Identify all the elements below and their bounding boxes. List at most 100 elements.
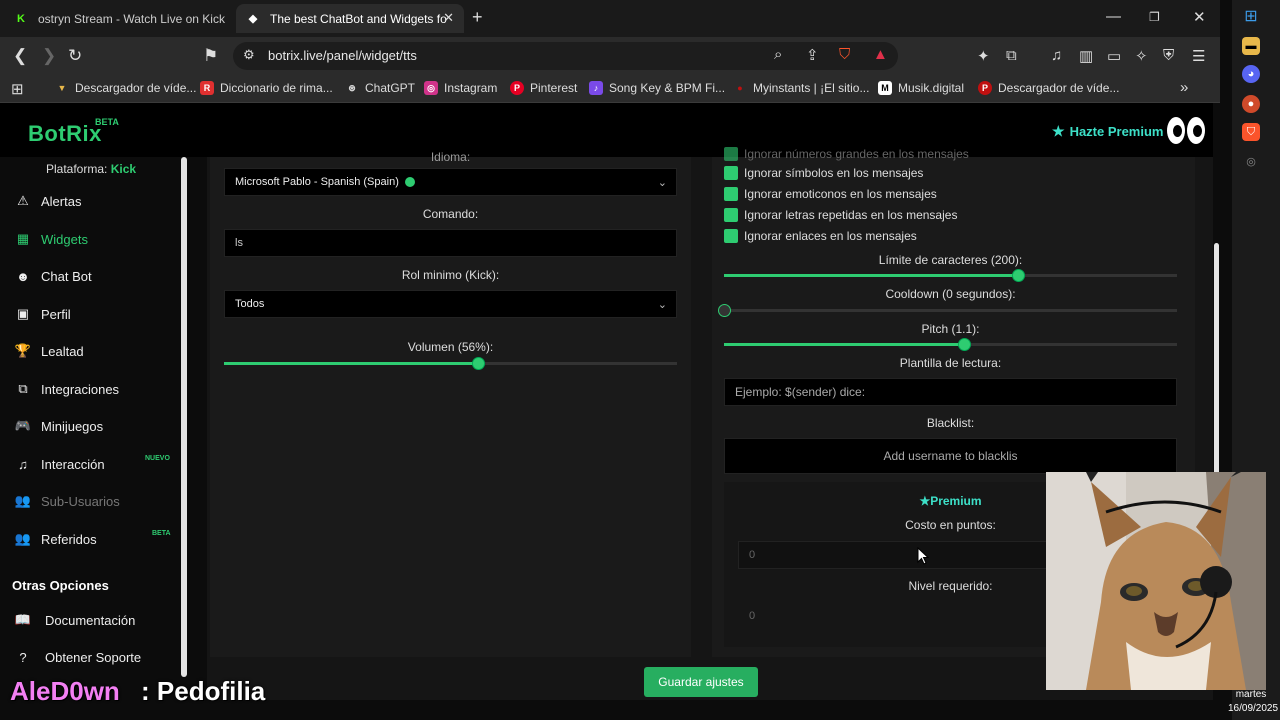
blacklist-label: Blacklist: (926, 416, 975, 430)
chevron-down-icon: ⌄ (657, 177, 667, 189)
slider-thumb[interactable] (471, 357, 485, 370)
checkbox-icon (724, 147, 738, 161)
wallet-icon[interactable]: ▭ (1107, 47, 1121, 65)
bookmark-item[interactable]: ● Myinstants | ¡El sitio... (733, 81, 869, 95)
slider-fill (724, 274, 1019, 277)
bookmark-item[interactable]: ◎ Instagram (424, 81, 497, 95)
checkbox-ignore-numbers[interactable]: Ignorar números grandes en los mensajes (724, 146, 969, 162)
slider-thumb[interactable] (718, 304, 731, 317)
close-tab-icon[interactable]: ✕ (443, 10, 454, 26)
template-input[interactable]: Ejemplo: $(sender) dice: (724, 378, 1177, 406)
blacklist-input[interactable]: Add username to blacklis (724, 438, 1177, 474)
save-button[interactable]: Guardar ajustes (644, 667, 758, 697)
chat-overlay-message: : Pedofilia (141, 676, 266, 706)
botrix-logo[interactable]: BotRix (28, 121, 102, 147)
sidebar-item-integraciones[interactable]: ⧉ Integraciones (14, 378, 119, 400)
avatar[interactable] (1167, 117, 1207, 145)
bookmark-label: Descargador de víde... (998, 81, 1120, 95)
char-limit-slider[interactable] (724, 269, 1177, 282)
bookmark-item[interactable]: M Musik.digital (878, 81, 964, 95)
apps-grid-icon[interactable]: ⊞ (11, 80, 24, 98)
sidebar-icon[interactable]: ⧉ (1006, 47, 1017, 64)
sidebar-item-alertas[interactable]: ⚠ Alertas (14, 190, 81, 212)
bookmarks-bar: ⊞ ▼ Descargador de víde... R Diccionario d… (0, 75, 1220, 103)
bookmark-item[interactable]: P Descargador de víde... (978, 81, 1119, 95)
obs-icon[interactable]: ◎ (1242, 152, 1260, 170)
downloader-icon: P (978, 81, 992, 95)
app-icon[interactable]: ● (1242, 95, 1260, 113)
restore-icon[interactable]: ❐ (1149, 10, 1160, 24)
more-bookmarks-icon[interactable]: » (1180, 79, 1188, 96)
checkbox-ignore-emotes[interactable]: Ignorar emoticonos en los mensajes (724, 186, 937, 202)
sidebar-item-perfil[interactable]: ▣ Perfil (14, 303, 71, 325)
media-icon[interactable]: ♫ (1051, 47, 1062, 64)
file-explorer-icon[interactable]: ▬ (1242, 37, 1260, 55)
bookmark-item[interactable]: ♪ Song Key & BPM Fi... (589, 81, 725, 95)
star-icon: ★ (1052, 123, 1065, 139)
tab-title: The best ChatBot and Widgets fo (270, 11, 447, 26)
users-icon: 👥 (14, 493, 32, 508)
sidebar-item-minijuegos[interactable]: 🎮 Minijuegos (14, 415, 103, 437)
checkbox-ignore-links[interactable]: Ignorar enlaces en los mensajes (724, 228, 917, 244)
beta-badge: BETA (95, 117, 119, 127)
new-tab-icon[interactable]: + (472, 7, 483, 28)
sidebar-scrollbar[interactable] (181, 157, 187, 677)
windows-start-icon[interactable]: ⊞ (1242, 7, 1260, 25)
tab-kick-stream[interactable]: K ostryn Stream - Watch Live on Kick (4, 4, 232, 33)
role-select[interactable]: Todos ⌄ (224, 290, 677, 318)
checkbox-ignore-repeated[interactable]: Ignorar letras repetidas en los mensajes (724, 207, 957, 223)
rewards-icon[interactable]: ▲ (873, 46, 888, 63)
close-window-icon[interactable]: ✕ (1193, 8, 1206, 26)
webcam-overlay (1046, 472, 1266, 690)
pitch-label: Pitch (1.1): (921, 322, 980, 336)
brave-shield-icon[interactable]: ⛉ (839, 46, 850, 63)
minimize-icon[interactable]: — (1106, 8, 1121, 25)
system-clock: martes 16/09/2025 (1228, 689, 1279, 714)
reading-list-icon[interactable]: ▥ (1079, 47, 1093, 65)
sidebar-item-documentacion[interactable]: 📖 Documentación (14, 609, 135, 631)
vpn-icon[interactable]: ⛨ (1163, 47, 1174, 64)
extensions-icon[interactable]: ✦ (977, 47, 990, 65)
bookmark-item[interactable]: P Pinterest (510, 81, 577, 95)
checkbox-ignore-symbols[interactable]: Ignorar símbolos en los mensajes (724, 165, 923, 181)
menu-icon[interactable]: ☰ (1192, 47, 1205, 65)
forward-icon[interactable]: ❯ (42, 46, 56, 66)
bookmark-icon[interactable]: ⚑ (203, 46, 218, 66)
command-input[interactable]: ls (224, 229, 677, 257)
sidebar-item-chat-bot[interactable]: ☻ Chat Bot (14, 265, 91, 287)
sidebar-item-lealtad[interactable]: 🏆 Lealtad (14, 340, 84, 362)
back-icon[interactable]: ❮ (13, 46, 27, 66)
address-bar[interactable]: ⚙ botrix.live/panel/widget/tts ⌕ ⇪ ⛉ ▲ (233, 42, 898, 70)
cooldown-label: Cooldown (0 segundos): (885, 287, 1016, 301)
cooldown-slider[interactable] (718, 304, 1177, 317)
slider-thumb[interactable] (958, 338, 972, 351)
id-card-icon: ▣ (16, 306, 30, 321)
slider-fill (724, 343, 965, 346)
sidebar-item-referidos[interactable]: 👥 Referidos (14, 528, 97, 550)
share-icon[interactable]: ⇪ (806, 46, 819, 64)
tab-botrix[interactable]: ◆ The best ChatBot and Widgets fo ✕ (236, 4, 464, 33)
site-info-icon[interactable]: ⚙ (243, 47, 255, 63)
zoom-icon[interactable]: ⌕ (774, 46, 782, 63)
gamepad-icon: 🎮 (14, 418, 32, 433)
bookmark-label: Musik.digital (898, 81, 965, 95)
brave-icon[interactable]: ⛉ (1242, 123, 1260, 141)
bookmark-item[interactable]: ⊛ ChatGPT (345, 81, 415, 95)
star-icon: ★ (919, 494, 931, 508)
music-icon: ♫ (18, 456, 28, 472)
discord-icon[interactable]: ◕ (1242, 65, 1260, 83)
support-icon: ? (19, 649, 27, 665)
premium-button[interactable]: ★ Hazte Premium (1052, 123, 1163, 140)
pitch-slider[interactable] (724, 338, 1177, 351)
sidebar-item-soporte[interactable]: ? Obtener Soporte (14, 646, 141, 668)
sidebar-item-interaccion[interactable]: ♫ Interacción (14, 453, 104, 475)
bookmark-item[interactable]: R Diccionario de rima... (200, 81, 333, 95)
voice-select[interactable]: Microsoft Pablo - Spanish (Spain) ⌄ (224, 168, 677, 196)
leo-icon[interactable]: ✧ (1135, 47, 1148, 65)
sidebar-item-widgets[interactable]: ▦ Widgets (14, 228, 88, 250)
reload-icon[interactable]: ↻ (68, 46, 82, 66)
bookmark-item[interactable]: ▼ Descargador de víde... (55, 81, 197, 95)
myinstants-icon: ● (737, 83, 743, 93)
sidebar-item-sub-usuarios[interactable]: 👥 Sub-Usuarios (14, 490, 120, 512)
volume-slider[interactable] (224, 357, 677, 370)
